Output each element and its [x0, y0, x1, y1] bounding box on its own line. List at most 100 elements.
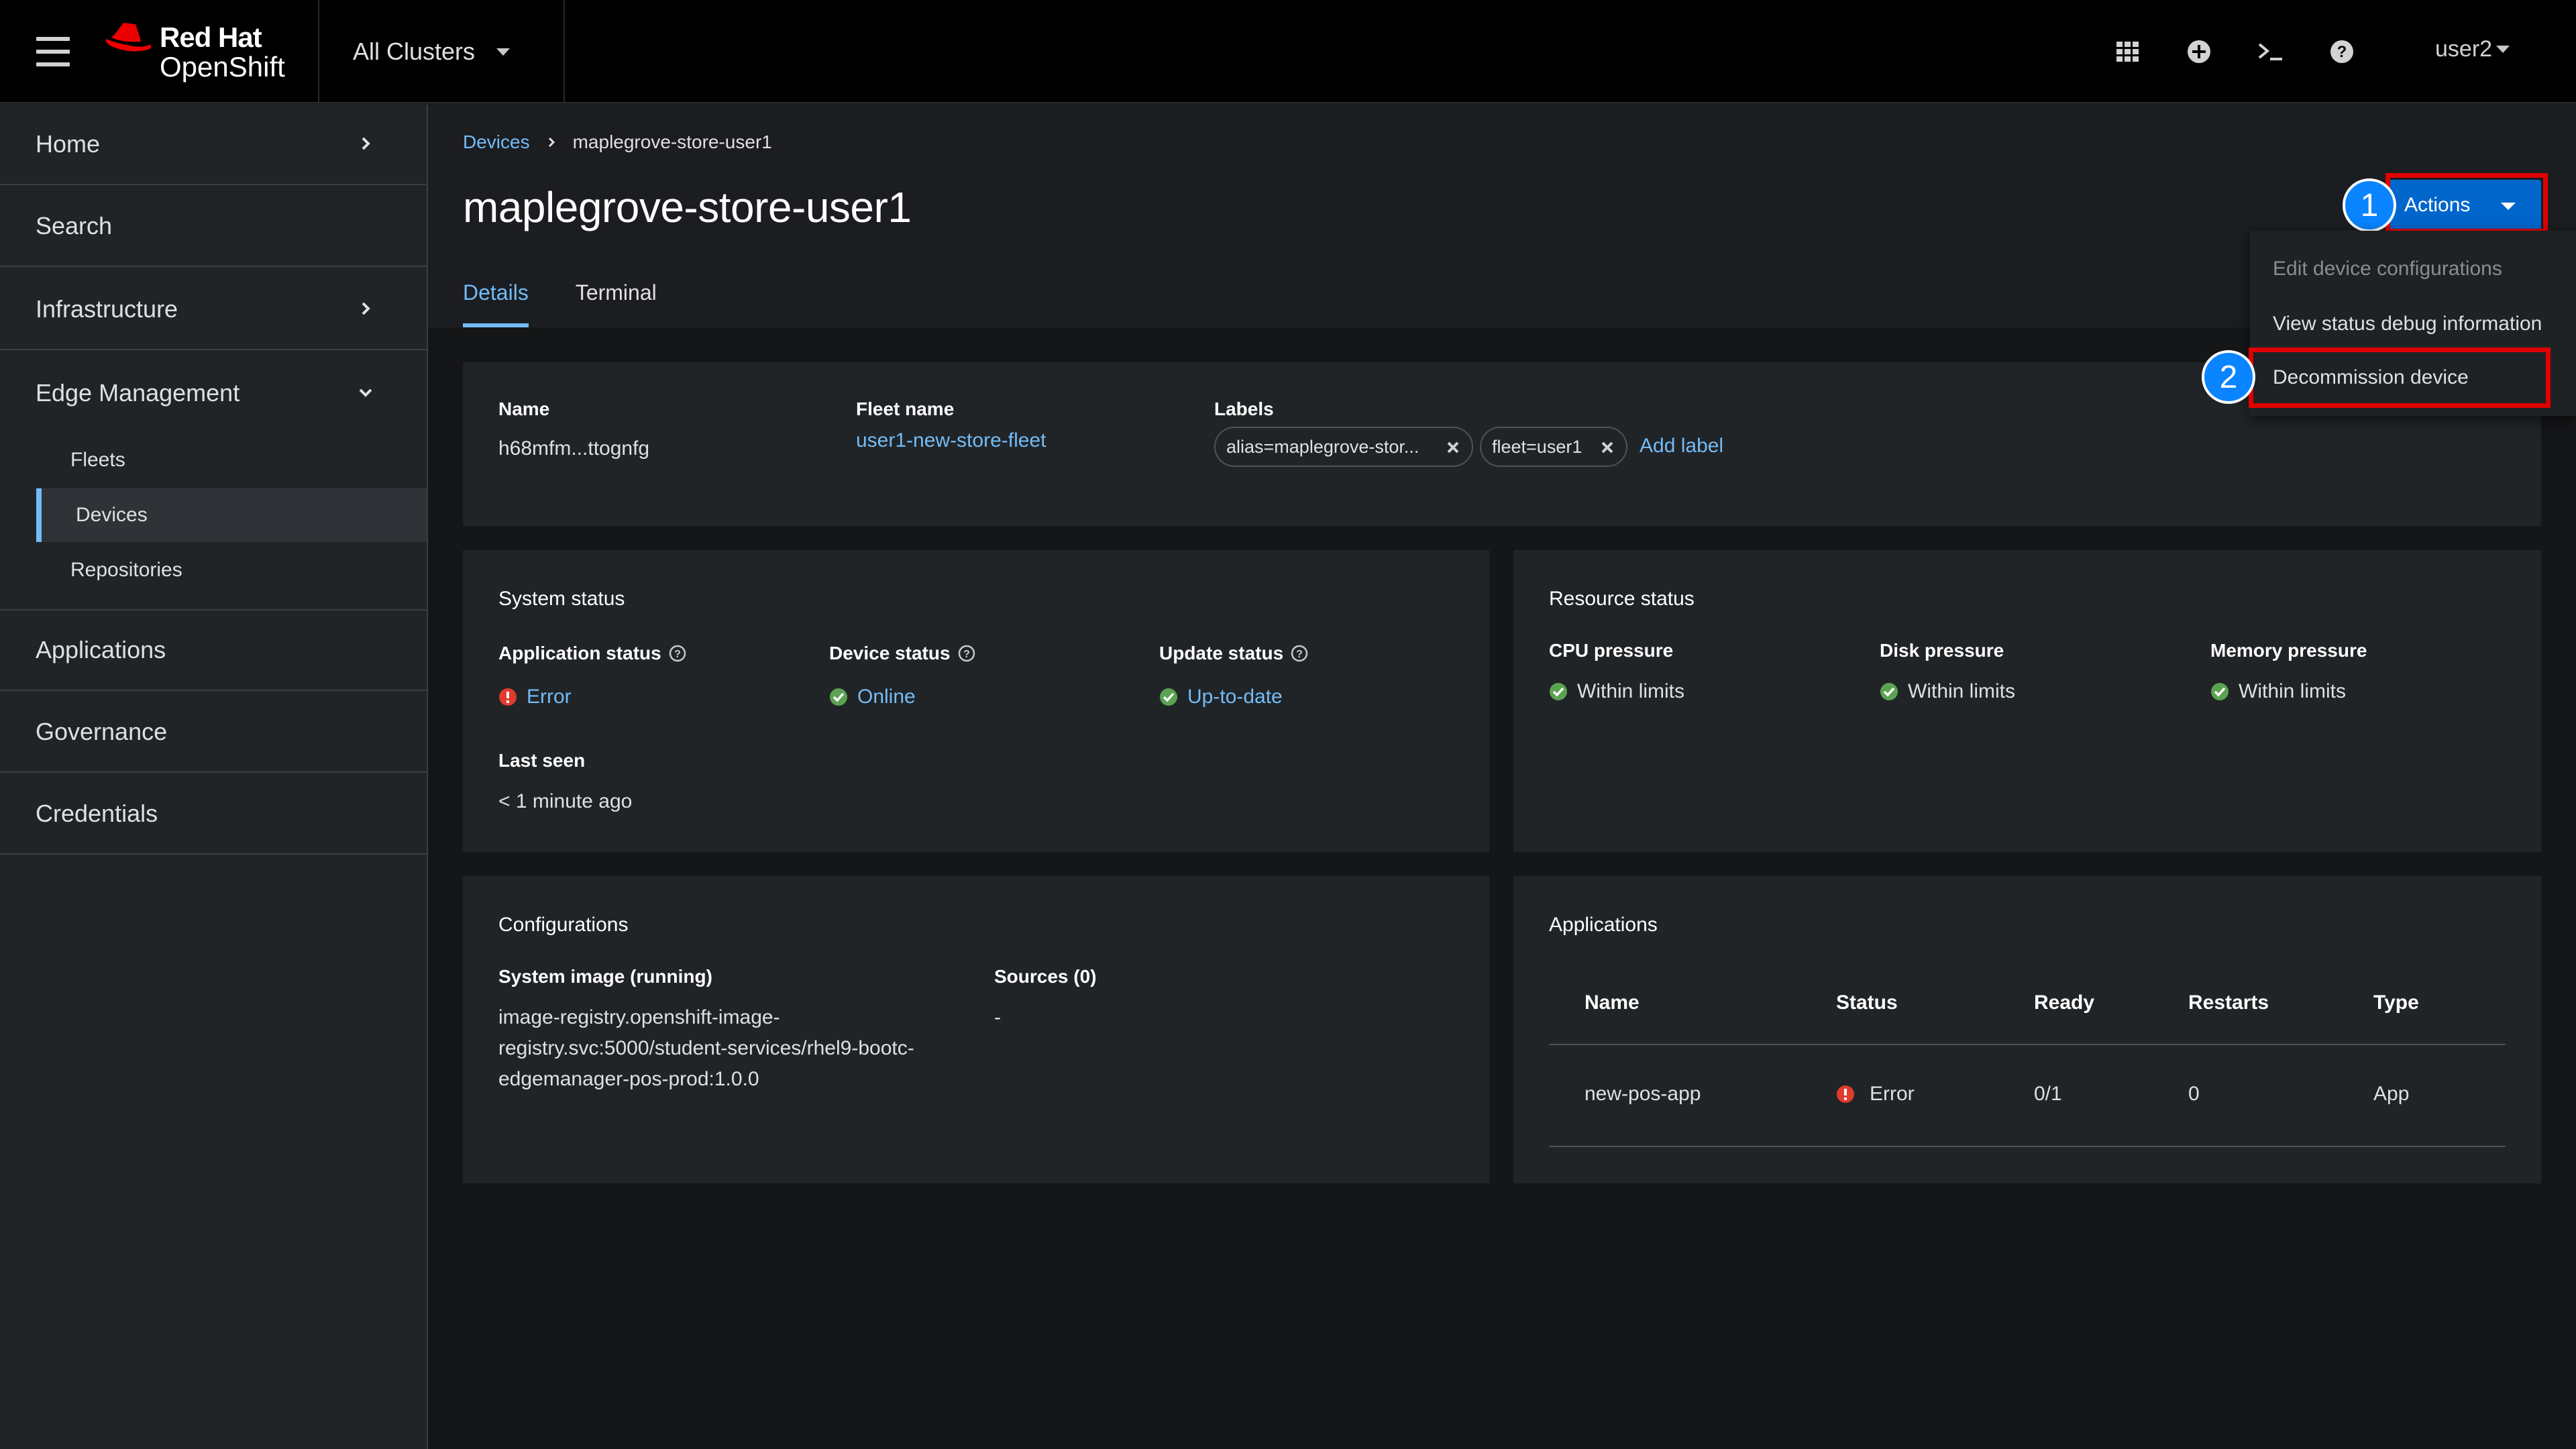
- name-label: Name: [498, 398, 550, 419]
- application-status-value[interactable]: Error: [498, 686, 572, 708]
- close-icon[interactable]: [1601, 441, 1614, 454]
- plus-circle-icon[interactable]: [2185, 38, 2213, 66]
- annotation-callout-2: 2: [2202, 350, 2255, 404]
- cluster-selector[interactable]: All Clusters: [353, 35, 511, 68]
- caret-down-icon: [2496, 46, 2510, 53]
- annotation-callout-1: 1: [2343, 178, 2396, 232]
- caret-down-icon: [496, 48, 511, 56]
- svg-text:?: ?: [1296, 649, 1303, 660]
- nav-item-edge-management[interactable]: Edge Management: [0, 353, 427, 433]
- update-status-label: Update status ?: [1159, 643, 1309, 664]
- label-chip-text: alias=maplegrove-stor...: [1226, 436, 1419, 457]
- svg-text:?: ?: [963, 649, 970, 660]
- help-icon[interactable]: ?: [2328, 38, 2356, 66]
- memory-pressure-text: Within limits: [2239, 680, 2347, 702]
- breadcrumb: Devices maplegrove-store-user1: [463, 131, 772, 153]
- masthead: Red Hat OpenShift All Clusters ? user2: [0, 0, 2576, 103]
- table-divider: [1549, 1146, 2506, 1147]
- check-circle-icon: [830, 688, 847, 706]
- nav-item-infrastructure[interactable]: Infrastructure: [0, 270, 427, 350]
- nav-item-label: Edge Management: [36, 379, 240, 407]
- menu-item-view-status-debug-information[interactable]: View status debug information: [2273, 313, 2542, 335]
- chevron-right-icon: [362, 302, 370, 315]
- memory-pressure-label: Memory pressure: [2210, 640, 2367, 661]
- device-name-value: h68mfm...ttognfg: [498, 437, 650, 460]
- device-status-value[interactable]: Online: [829, 686, 916, 708]
- close-icon[interactable]: [1446, 441, 1460, 454]
- user-menu[interactable]: user2: [2435, 36, 2510, 62]
- exclamation-circle-icon: [1837, 1085, 1854, 1103]
- applications-title: Applications: [1549, 914, 1658, 936]
- application-status-label-text: Application status: [498, 643, 661, 663]
- add-label-button[interactable]: Add label: [1640, 435, 1723, 458]
- table-header-restarts[interactable]: Restarts: [2188, 991, 2269, 1014]
- fleet-name-label: Fleet name: [856, 398, 955, 419]
- nav-sub-item-devices[interactable]: Devices: [36, 488, 427, 542]
- update-status-value[interactable]: Up-to-date: [1159, 686, 1283, 708]
- app-status-text: Error: [1870, 1083, 1915, 1105]
- memory-pressure-value: Within limits: [2210, 680, 2346, 703]
- nav-sub-item-label: Repositories: [70, 559, 182, 581]
- table-header-name[interactable]: Name: [1585, 991, 1640, 1014]
- table-header-ready[interactable]: Ready: [2034, 991, 2094, 1014]
- red-hat-openshift-logo[interactable]: Red Hat OpenShift: [103, 19, 298, 86]
- svg-text:?: ?: [2337, 43, 2347, 61]
- application-status-label: Application status ?: [498, 643, 687, 664]
- nav-sub-item-repositories[interactable]: Repositories: [36, 543, 427, 597]
- app-ready-cell: 0/1: [2034, 1083, 2062, 1105]
- annotation-highlight-box: [2249, 347, 2551, 408]
- nav-item-home[interactable]: Home: [0, 105, 427, 185]
- sources-value: -: [994, 1006, 1001, 1028]
- question-circle-icon[interactable]: ?: [957, 644, 976, 663]
- chevron-right-icon: [548, 137, 555, 148]
- disk-pressure-value: Within limits: [1880, 680, 2015, 703]
- nav-sub-item-label: Fleets: [70, 449, 125, 471]
- table-header-status[interactable]: Status: [1836, 991, 1898, 1014]
- device-status-label: Device status ?: [829, 643, 976, 664]
- tab-terminal[interactable]: Terminal: [576, 280, 657, 327]
- chevron-down-icon: [359, 388, 372, 397]
- nav-sub-item-label: Devices: [76, 504, 148, 526]
- question-circle-icon[interactable]: ?: [668, 644, 687, 663]
- cpu-pressure-value: Within limits: [1549, 680, 1684, 703]
- chevron-right-icon: [362, 137, 370, 150]
- menu-item-edit-device-configurations[interactable]: Edit device configurations: [2273, 258, 2502, 280]
- cpu-pressure-text: Within limits: [1577, 680, 1685, 702]
- fleet-name-link[interactable]: user1-new-store-fleet: [856, 429, 1046, 452]
- app-name-cell: new-pos-app: [1585, 1083, 1701, 1105]
- nav-item-label: Infrastructure: [36, 295, 178, 323]
- masthead-divider: [564, 0, 565, 103]
- nav-item-label: Governance: [36, 718, 168, 745]
- terminal-icon[interactable]: [2257, 38, 2285, 66]
- app-restarts-cell: 0: [2188, 1083, 2200, 1105]
- nav-item-applications[interactable]: Applications: [0, 610, 427, 691]
- table-divider: [1549, 1044, 2506, 1045]
- svg-text:?: ?: [674, 649, 681, 660]
- device-status-text: Online: [857, 686, 916, 708]
- nav-sub-item-fleets[interactable]: Fleets: [36, 433, 427, 487]
- app-status-cell: Error: [1836, 1083, 1915, 1106]
- nav-item-label: Credentials: [36, 800, 158, 827]
- sources-label: Sources (0): [994, 966, 1097, 987]
- system-status-title: System status: [498, 588, 625, 610]
- tab-details[interactable]: Details: [463, 280, 529, 327]
- hamburger-menu-icon[interactable]: [36, 37, 70, 66]
- table-header-type[interactable]: Type: [2373, 991, 2419, 1014]
- nav-item-governance[interactable]: Governance: [0, 692, 427, 773]
- nav-item-credentials[interactable]: Credentials: [0, 774, 427, 855]
- system-image-line: registry.svc:5000/student-services/rhel9…: [498, 1037, 914, 1059]
- question-circle-icon[interactable]: ?: [1290, 644, 1309, 663]
- label-chip: alias=maplegrove-stor...: [1214, 427, 1473, 467]
- label-chip-text: fleet=user1: [1492, 436, 1582, 457]
- update-status-text: Up-to-date: [1187, 686, 1283, 708]
- tab-list: Details Terminal: [463, 280, 704, 327]
- grid-apps-icon[interactable]: [2114, 38, 2142, 66]
- nav-item-search[interactable]: Search: [0, 186, 427, 267]
- update-status-label-text: Update status: [1159, 643, 1284, 663]
- check-circle-icon: [2211, 683, 2229, 700]
- disk-pressure-text: Within limits: [1908, 680, 2016, 702]
- breadcrumb-link-devices[interactable]: Devices: [463, 131, 530, 153]
- cpu-pressure-label: CPU pressure: [1549, 640, 1674, 661]
- masthead-divider: [318, 0, 319, 103]
- system-image-line: image-registry.openshift-image-: [498, 1006, 780, 1028]
